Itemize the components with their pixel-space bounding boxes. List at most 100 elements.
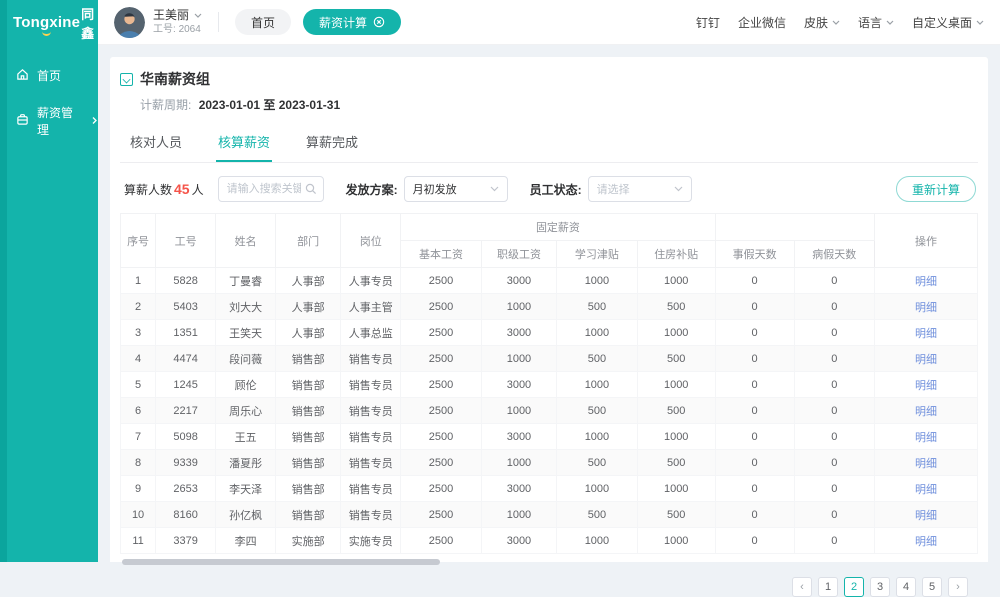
detail-link[interactable]: 明细 xyxy=(915,458,937,470)
plan-label: 发放方案: xyxy=(346,181,398,198)
pay-period: 计薪周期: 2023-01-01 至 2023-01-31 xyxy=(140,96,978,113)
page-title: 华南薪资组 xyxy=(140,69,210,89)
table-cell: 2500 xyxy=(401,294,482,320)
caret-down-icon xyxy=(490,186,499,192)
table-cell: 0 xyxy=(715,294,794,320)
table-cell: 3000 xyxy=(481,268,556,294)
table-cell: 3000 xyxy=(481,320,556,346)
tab-check-staff[interactable]: 核对人员 xyxy=(128,126,184,162)
table-cell: 2500 xyxy=(401,450,482,476)
tab-calc-done[interactable]: 算薪完成 xyxy=(304,126,360,162)
table-cell: 销售部 xyxy=(276,372,341,398)
table-cell: 潘夏彤 xyxy=(216,450,276,476)
table-cell: 5 xyxy=(121,372,156,398)
table-cell: 李天泽 xyxy=(216,476,276,502)
table-cell: 1000 xyxy=(557,528,638,554)
table-cell: 0 xyxy=(715,372,794,398)
table-cell: 10 xyxy=(121,502,156,528)
home-icon xyxy=(16,68,29,84)
table-cell: 3379 xyxy=(156,528,216,554)
divider xyxy=(218,12,219,32)
pagination-page-5[interactable]: 5 xyxy=(922,577,942,597)
detail-link[interactable]: 明细 xyxy=(915,276,937,288)
recalculate-button[interactable]: 重新计算 xyxy=(896,176,976,202)
logo-text-en: Tongxine xyxy=(13,14,80,31)
table-cell: 5098 xyxy=(156,424,216,450)
top-tab-home[interactable]: 首页 xyxy=(235,9,291,35)
col-header-seq: 序号 xyxy=(121,214,156,268)
link-skin[interactable]: 皮肤 xyxy=(804,14,840,31)
table-cell: 500 xyxy=(557,450,638,476)
pagination-prev[interactable]: ‹ xyxy=(792,577,812,597)
table-cell: 周乐心 xyxy=(216,398,276,424)
detail-link[interactable]: 明细 xyxy=(915,380,937,392)
close-icon[interactable] xyxy=(373,16,385,28)
detail-link[interactable]: 明细 xyxy=(915,354,937,366)
action-cell: 明细 xyxy=(875,398,978,424)
search-icon[interactable] xyxy=(305,183,317,195)
table-cell: 2500 xyxy=(401,502,482,528)
sidebar-item-home[interactable]: 首页 xyxy=(0,57,98,94)
content-card: 华南薪资组 计薪周期: 2023-01-01 至 2023-01-31 核对人员… xyxy=(110,57,988,562)
table-row: 75098王五销售部销售专员250030001000100000明细 xyxy=(121,424,978,450)
sidebar: Tongxine同鑫 首页 薪资管理 xyxy=(0,0,98,562)
pagination-page-1[interactable]: 1 xyxy=(818,577,838,597)
table-cell: 1000 xyxy=(637,424,715,450)
top-tab-label: 首页 xyxy=(251,14,275,31)
table-cell: 5828 xyxy=(156,268,216,294)
detail-link[interactable]: 明细 xyxy=(915,302,937,314)
table-cell: 销售部 xyxy=(276,476,341,502)
link-language[interactable]: 语言 xyxy=(858,14,894,31)
table-cell: 2500 xyxy=(401,398,482,424)
detail-link[interactable]: 明细 xyxy=(915,510,937,522)
table-cell: 人事部 xyxy=(276,320,341,346)
plan-select[interactable]: 月初发放 xyxy=(404,176,508,202)
table-cell: 刘大大 xyxy=(216,294,276,320)
table-body: 15828丁曼睿人事部人事专员250030001000100000明细25403… xyxy=(121,268,978,554)
link-wecom[interactable]: 企业微信 xyxy=(738,14,786,31)
pagination-page-2[interactable]: 2 xyxy=(844,577,864,597)
tab-calc-salary[interactable]: 核算薪资 xyxy=(216,126,272,162)
sidebar-item-payroll[interactable]: 薪资管理 xyxy=(0,94,98,148)
top-tab-payroll-calc[interactable]: 薪资计算 xyxy=(303,9,401,35)
table-cell: 2500 xyxy=(401,346,482,372)
table-row: 31351王笑天人事部人事总监250030001000100000明细 xyxy=(121,320,978,346)
pagination-next[interactable]: › xyxy=(948,577,968,597)
avatar[interactable] xyxy=(114,7,145,38)
salary-table: 序号 工号 姓名 部门 岗位 固定薪资 操作 基本工资 职级工资 学习津贴 住房… xyxy=(120,213,978,554)
link-dingtalk[interactable]: 钉钉 xyxy=(696,14,720,31)
pagination: ‹ 12345 › xyxy=(120,577,968,597)
table-cell: 1000 xyxy=(557,372,638,398)
detail-link[interactable]: 明细 xyxy=(915,328,937,340)
detail-link[interactable]: 明细 xyxy=(915,484,937,496)
table-row: 92653李天泽销售部销售专员250030001000100000明细 xyxy=(121,476,978,502)
table-cell: 3000 xyxy=(481,372,556,398)
col-header-empno: 工号 xyxy=(156,214,216,268)
detail-link[interactable]: 明细 xyxy=(915,432,937,444)
link-label: 皮肤 xyxy=(804,14,828,31)
col-header-grade-salary: 职级工资 xyxy=(481,241,556,268)
table-cell: 1245 xyxy=(156,372,216,398)
table-cell: 2500 xyxy=(401,476,482,502)
horizontal-scrollbar[interactable] xyxy=(122,559,440,565)
search-box xyxy=(218,176,324,202)
table-cell: 500 xyxy=(637,294,715,320)
detail-link[interactable]: 明细 xyxy=(915,536,937,548)
table-cell: 2500 xyxy=(401,424,482,450)
pagination-page-3[interactable]: 3 xyxy=(870,577,890,597)
link-custom-desktop[interactable]: 自定义桌面 xyxy=(912,14,984,31)
table-cell: 500 xyxy=(637,346,715,372)
table-cell: 王笑天 xyxy=(216,320,276,346)
pagination-page-4[interactable]: 4 xyxy=(896,577,916,597)
caret-down-icon xyxy=(886,20,894,25)
table-cell: 0 xyxy=(794,372,875,398)
col-header-sick-leave: 病假天数 xyxy=(794,241,875,268)
status-label: 员工状态: xyxy=(530,181,582,198)
user-info[interactable]: 王美丽 工号: 2064 xyxy=(153,8,202,37)
table-cell: 人事专员 xyxy=(341,268,401,294)
action-cell: 明细 xyxy=(875,294,978,320)
detail-link[interactable]: 明细 xyxy=(915,406,937,418)
status-select[interactable]: 请选择 xyxy=(588,176,692,202)
top-links: 钉钉 企业微信 皮肤 语言 自定义桌面 xyxy=(696,14,984,31)
table-cell: 3 xyxy=(121,320,156,346)
